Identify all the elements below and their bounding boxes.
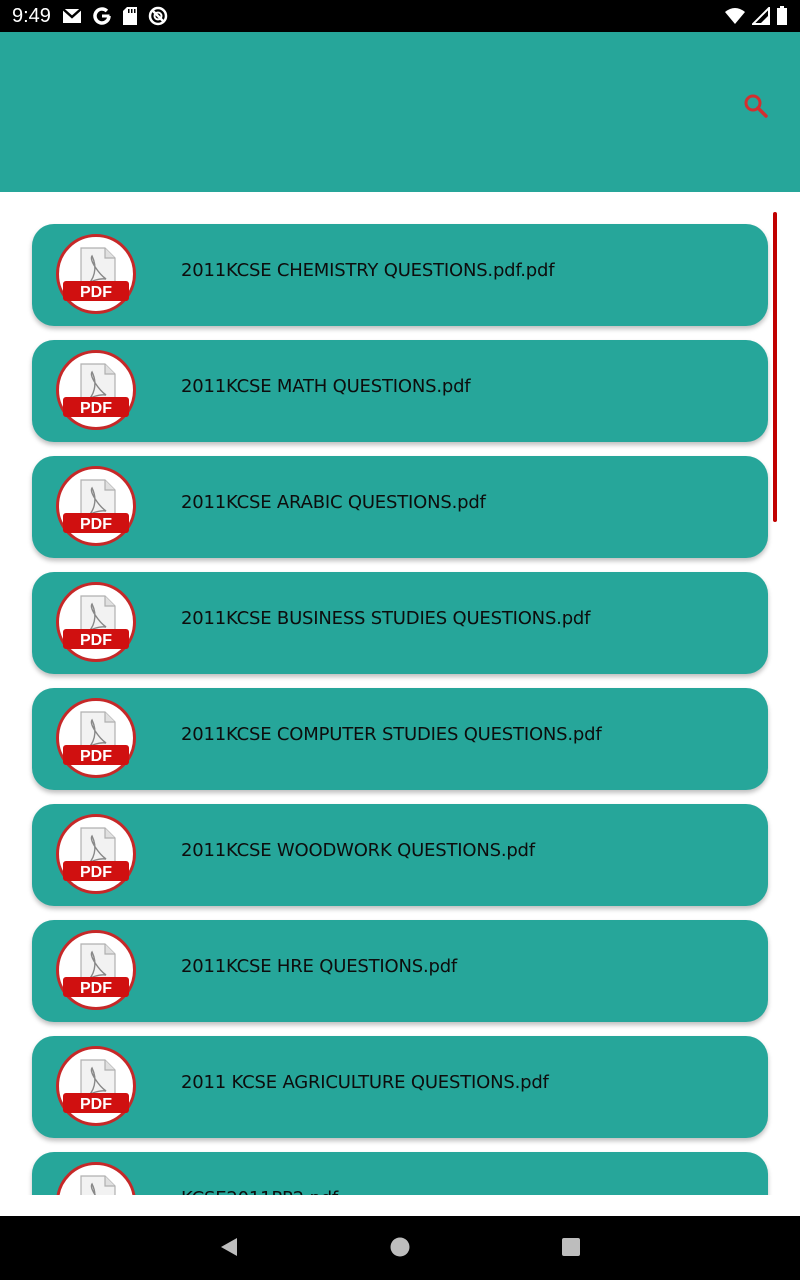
file-name-label: 2011KCSE WOODWORK QUESTIONS.pdf bbox=[181, 840, 535, 861]
list-item[interactable]: PDF KCSE2011PP2.pdf bbox=[32, 1152, 768, 1195]
pdf-file-icon: PDF bbox=[56, 930, 136, 1010]
list-item[interactable]: PDF 2011KCSE WOODWORK QUESTIONS.pdf bbox=[32, 804, 768, 906]
pdf-badge-text: PDF bbox=[80, 284, 112, 301]
home-button[interactable] bbox=[387, 1236, 413, 1262]
battery-icon bbox=[776, 6, 788, 26]
file-name-label: KCSE2011PP2.pdf bbox=[181, 1188, 338, 1195]
recents-icon bbox=[560, 1236, 582, 1263]
list-item[interactable]: PDF 2011KCSE MATH QUESTIONS.pdf bbox=[32, 340, 768, 442]
file-name-label: 2011KCSE CHEMISTRY QUESTIONS.pdf.pdf bbox=[181, 260, 555, 281]
pdf-file-icon: PDF bbox=[56, 1046, 136, 1126]
list-item[interactable]: PDF 2011KCSE ARABIC QUESTIONS.pdf bbox=[32, 456, 768, 558]
pdf-badge-text: PDF bbox=[80, 864, 112, 881]
google-icon bbox=[92, 6, 112, 26]
pdf-file-icon: PDF bbox=[56, 234, 136, 314]
back-icon bbox=[218, 1236, 240, 1263]
pdf-badge-text: PDF bbox=[80, 748, 112, 765]
search-button[interactable] bbox=[736, 88, 776, 128]
pdf-file-icon: PDF bbox=[56, 1162, 136, 1195]
file-list[interactable]: PDF KCSE2011PP2.pdf PDF 2011 KCSE AGRICU… bbox=[0, 192, 800, 1195]
pdf-file-icon: PDF bbox=[56, 582, 136, 662]
sd-card-icon bbox=[122, 6, 138, 26]
pdf-file-icon: PDF bbox=[56, 350, 136, 430]
signal-icon bbox=[752, 7, 770, 25]
notification-icons bbox=[62, 5, 168, 27]
status-bar: 9:49 bbox=[0, 0, 800, 32]
list-item[interactable]: PDF 2011KCSE HRE QUESTIONS.pdf bbox=[32, 920, 768, 1022]
recents-button[interactable] bbox=[558, 1236, 584, 1262]
do-not-disturb-icon bbox=[148, 6, 168, 26]
pdf-file-icon: PDF bbox=[56, 698, 136, 778]
list-item[interactable]: PDF 2011KCSE BUSINESS STUDIES QUESTIONS.… bbox=[32, 572, 768, 674]
scrollbar[interactable] bbox=[773, 212, 777, 522]
pdf-file-icon: PDF bbox=[56, 814, 136, 894]
status-time: 9:49 bbox=[12, 5, 51, 27]
back-button[interactable] bbox=[216, 1236, 242, 1262]
pdf-badge-text: PDF bbox=[80, 632, 112, 649]
file-name-label: 2011KCSE MATH QUESTIONS.pdf bbox=[181, 376, 471, 397]
pdf-badge-text: PDF bbox=[80, 400, 112, 417]
home-icon bbox=[389, 1236, 411, 1263]
pdf-badge-text: PDF bbox=[80, 1096, 112, 1113]
app-bar bbox=[0, 32, 800, 192]
pdf-file-icon: PDF bbox=[56, 466, 136, 546]
search-icon bbox=[743, 93, 769, 124]
list-item[interactable]: PDF 2011KCSE CHEMISTRY QUESTIONS.pdf.pdf bbox=[32, 224, 768, 326]
file-name-label: 2011KCSE HRE QUESTIONS.pdf bbox=[181, 956, 458, 977]
system-icons bbox=[724, 5, 788, 27]
wifi-icon bbox=[724, 7, 746, 25]
file-name-label: 2011KCSE ARABIC QUESTIONS.pdf bbox=[181, 492, 486, 513]
pdf-badge-text: PDF bbox=[80, 516, 112, 533]
file-name-label: 2011 KCSE AGRICULTURE QUESTIONS.pdf bbox=[181, 1072, 549, 1093]
pdf-badge-text: PDF bbox=[80, 980, 112, 997]
gmail-icon bbox=[62, 8, 82, 24]
list-item[interactable]: PDF 2011 KCSE AGRICULTURE QUESTIONS.pdf bbox=[32, 1036, 768, 1138]
file-name-label: 2011KCSE COMPUTER STUDIES QUESTIONS.pdf bbox=[181, 724, 602, 745]
navigation-bar bbox=[0, 1216, 800, 1280]
list-item[interactable]: PDF 2011KCSE COMPUTER STUDIES QUESTIONS.… bbox=[32, 688, 768, 790]
file-name-label: 2011KCSE BUSINESS STUDIES QUESTIONS.pdf bbox=[181, 608, 591, 629]
